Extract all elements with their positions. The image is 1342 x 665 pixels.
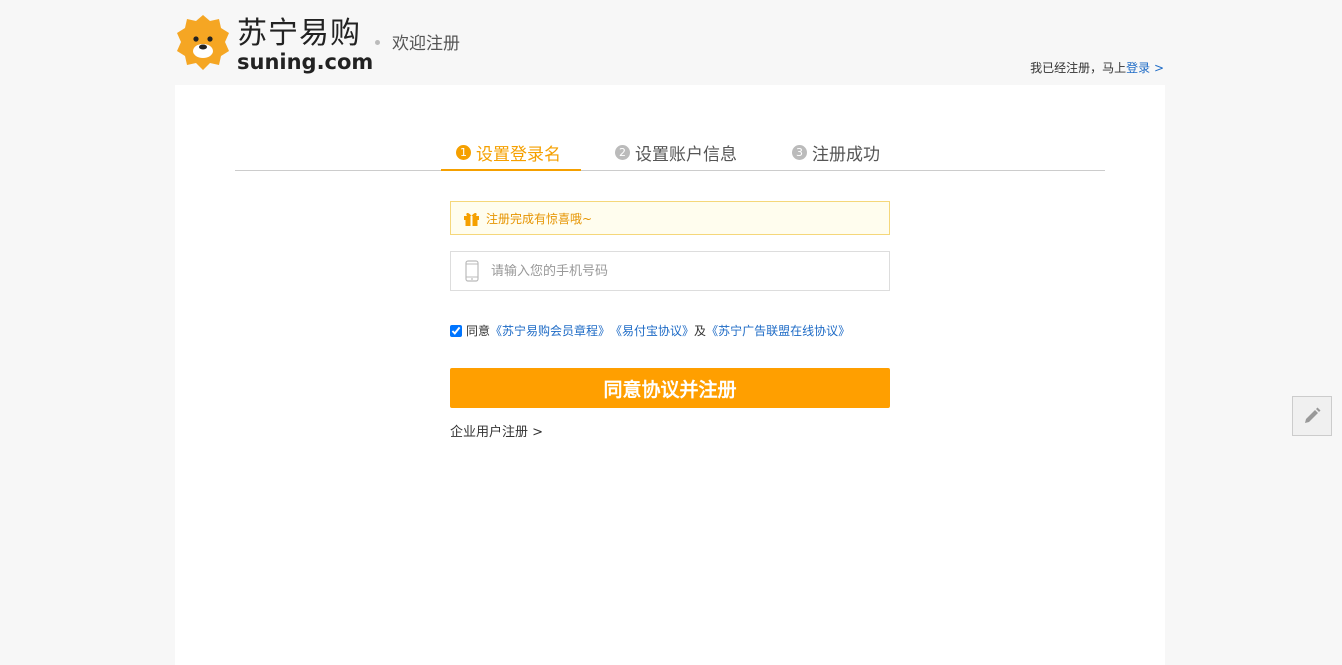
register-panel: 1 设置登录名 2 设置账户信息 3 注册成功 注册完成有惊喜哦~ 请输入您的手… [175, 85, 1165, 665]
agreement-row: 同意 《苏宁易购会员章程》 《易付宝协议》 及 《苏宁广告联盟在线协议》 [450, 322, 850, 339]
step-set-login-name: 1 设置登录名 [441, 140, 581, 171]
ad-alliance-agreement-link[interactable]: 《苏宁广告联盟在线协议》 [706, 322, 850, 339]
member-charter-link[interactable]: 《苏宁易购会员章程》 [490, 322, 610, 339]
step-label: 设置账户信息 [635, 145, 737, 165]
step-account-info: 2 设置账户信息 [615, 140, 737, 171]
brand-name-cn: 苏宁易购 [237, 16, 361, 51]
brand-name-en: suning.com [237, 50, 374, 74]
step-label: 注册成功 [812, 145, 880, 165]
suning-logo[interactable]: 苏宁易购 suning.com [175, 14, 375, 74]
agree-prefix: 同意 [466, 324, 491, 338]
phone-input[interactable] [491, 263, 871, 279]
login-hint: 我已经注册，马上登录 > [1030, 59, 1164, 76]
promo-text: 注册完成有惊喜哦~ [486, 211, 593, 226]
login-hint-text: 我已经注册，马上 [1030, 61, 1127, 75]
agree-checkbox[interactable] [450, 324, 462, 337]
step-number: 1 [456, 145, 471, 160]
pencil-icon [1305, 407, 1321, 423]
step-number: 3 [792, 145, 807, 160]
gift-icon [464, 212, 479, 226]
agree-conjunction: 及 [694, 324, 707, 338]
step-label: 设置登录名 [476, 145, 561, 165]
phone-field[interactable] [450, 251, 890, 291]
separator-dot [375, 40, 380, 45]
login-link[interactable]: 登录 > [1126, 61, 1164, 75]
epay-agreement-link[interactable]: 《易付宝协议》 [610, 322, 694, 339]
lion-logo-icon [177, 15, 229, 70]
register-button[interactable]: 同意协议并注册 [450, 368, 890, 408]
step-number: 2 [615, 145, 630, 160]
page-title: 欢迎注册 [392, 34, 460, 54]
step-success: 3 注册成功 [792, 140, 880, 171]
step-indicator: 1 设置登录名 2 设置账户信息 3 注册成功 [235, 140, 1105, 171]
feedback-button[interactable] [1292, 396, 1332, 436]
phone-icon [465, 260, 479, 282]
promo-notice: 注册完成有惊喜哦~ [450, 201, 890, 235]
enterprise-register-link[interactable]: 企业用户注册 > [450, 421, 543, 440]
